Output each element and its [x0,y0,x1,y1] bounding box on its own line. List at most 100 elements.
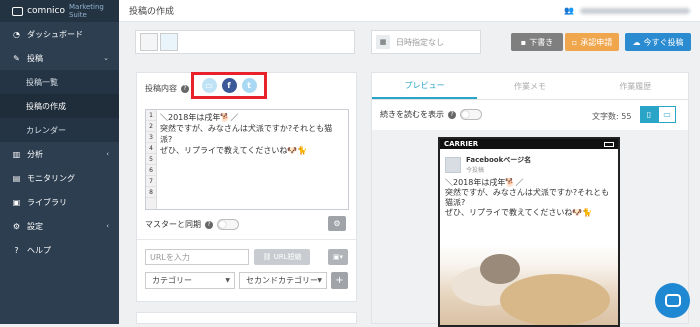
page-title: 投稿の作成 [129,7,175,17]
sidebar-item-monitoring[interactable]: ▤ モニタリング [0,166,119,190]
read-more-label: 続きを読むを表示 [380,110,444,119]
sidebar-item-posts[interactable]: ✎ 投稿 ⌄ [0,46,119,70]
image-button[interactable]: ▣▾ [328,249,348,265]
content-label: 投稿内容 [145,84,177,93]
read-more-row: 続きを読むを表示 ? [380,109,482,120]
phone-status-bar: CARRIER [440,139,618,149]
tab-preview[interactable]: プレビュー [372,73,478,99]
approve-icon: ▫ [571,37,578,47]
account-avatar [140,33,158,51]
mobile-view-button[interactable]: ▯ [640,106,658,123]
category-select[interactable]: カテゴリー ▼ [145,272,235,289]
help-icon[interactable]: ? [448,110,456,119]
settings-button[interactable]: ⚙ [328,216,346,231]
chat-icon [664,294,681,307]
account-selector[interactable] [135,30,355,54]
twitter-icon[interactable]: t [241,78,257,93]
url-input[interactable]: URLを入力 [145,249,249,265]
compose-panel: 投稿内容 ? ▭ f t 1 2 3 4 5 6 7 8 ＼2018年は戌年🐕／… [136,72,357,302]
image-icon: ▣▾ [332,253,344,261]
fb-post-header: Facebookページ名 今投稿 [440,149,618,178]
sidebar-item-library[interactable]: ▣ ライブラリ [0,190,119,214]
draft-label: 下書き [529,37,554,47]
user-avatar [160,33,178,51]
line-gutter: 1 2 3 4 5 6 7 8 [146,110,157,209]
chevron-left-icon: ‹ [106,150,109,158]
post-editor[interactable]: 1 2 3 4 5 6 7 8 ＼2018年は戌年🐕／ 突然ですが、みなさんは犬… [145,109,349,210]
post-line: 突然ですが、みなさんは犬派ですか?それとも [445,188,610,197]
sidebar-item-label: カレンダー [26,125,66,135]
facebook-icon[interactable]: f [221,78,237,93]
preview-panel: プレビュー 作業メモ 作業履歴 続きを読むを表示 ? 文字数: 55 ▯ ▭ C… [371,72,689,327]
action-bar: ▦ 日時指定なし ▪ 下書き ▫ 承認申請 ☁ 今すぐ投稿 [119,22,700,62]
post-now-button[interactable]: ☁ 今すぐ投稿 [625,33,691,51]
sidebar-item-label: 投稿 [27,53,43,63]
help-icon[interactable]: ? [181,84,189,93]
sidebar-item-create-post[interactable]: 投稿の作成 [0,94,119,118]
approval-request-button[interactable]: ▫ 承認申請 [565,33,619,51]
sidebar: comnico Marketing Suite ◔ ダッシュボード ✎ 投稿 ⌄… [0,0,119,324]
save-icon: ▪ [520,37,527,47]
mobile-icon: ▯ [646,110,652,119]
tab-work-memo[interactable]: 作業メモ [477,73,582,99]
post-line: ＼2018年は戌年🐕／ [445,178,524,187]
all-networks-icon[interactable]: ▭ [201,78,217,93]
master-sync-label: マスターと同期 [145,220,201,229]
user-menu[interactable]: 👥 [564,6,690,15]
line-number: 6 [146,165,156,176]
tab-work-history[interactable]: 作業履歴 [583,73,688,99]
second-category-select[interactable]: セカンドカテゴリー ▼ [239,272,327,289]
line-number: 4 [146,143,156,154]
post-line: 猫派? [445,198,466,207]
kitten-head-shape [480,254,520,284]
master-sync-toggle[interactable] [217,219,239,230]
logo[interactable]: comnico Marketing Suite [0,0,119,22]
desktop-view-button[interactable]: ▭ [658,106,676,123]
read-more-toggle[interactable] [460,109,482,120]
desktop-icon: ▭ [663,110,671,119]
draft-button[interactable]: ▪ 下書き [511,33,563,51]
sidebar-item-calendar[interactable]: カレンダー [0,118,119,142]
add-category-button[interactable]: + [331,272,348,289]
calendar-icon: ▦ [376,35,390,49]
chevron-left-icon: ‹ [106,222,109,230]
help-icon[interactable]: ? [205,220,213,229]
fb-post-text: ＼2018年は戌年🐕／ 突然ですが、みなさんは犬派ですか?それとも 猫派? ぜひ… [440,178,618,218]
sidebar-item-settings[interactable]: ⚙ 設定 ‹ [0,214,119,238]
sidebar-item-label: ダッシュボード [27,29,83,39]
dropdown-arrow-icon: ▼ [225,277,230,284]
top-bar: 投稿の作成 👥 [119,0,700,22]
sidebar-item-post-list[interactable]: 投稿一覧 [0,70,119,94]
comnico-logo-icon [12,6,24,16]
chevron-down-icon: ⌄ [103,54,109,62]
chat-support-button[interactable] [655,283,690,318]
schedule-value: 日時指定なし [396,37,444,47]
sidebar-item-help[interactable]: ? ヘルプ [0,238,119,262]
sidebar-item-analytics[interactable]: ▥ 分析 ‹ [0,142,119,166]
sidebar-item-label: ヘルプ [27,245,51,255]
sns-selector-highlight: ▭ f t [191,72,267,99]
battery-icon [604,141,614,147]
logo-suite: Marketing Suite [68,3,104,19]
user-group-icon: 👥 [564,6,574,15]
approve-label: 承認申請 [580,37,613,47]
url-shorten-button[interactable]: ⛓ URL短縮 [254,249,310,265]
sidebar-item-label: 分析 [27,149,43,159]
second-category-value: セカンドカテゴリー [246,276,318,285]
line-number: 2 [146,121,156,132]
monitor-icon: ▤ [12,173,21,183]
editor-line: 突然ですが、みなさんは犬派ですか?それとも猫 [160,124,333,133]
line-number: 5 [146,154,156,165]
lower-panel [136,312,357,324]
post-image [440,244,618,325]
sidebar-item-dashboard[interactable]: ◔ ダッシュボード [0,22,119,46]
page-subtitle: 今投稿 [466,167,485,174]
dashboard-icon: ◔ [13,29,20,39]
editor-content[interactable]: ＼2018年は戌年🐕／ 突然ですが、みなさんは犬派ですか?それとも猫 派? ぜひ… [160,112,344,156]
page-avatar [445,156,461,173]
gear-icon: ⚙ [12,221,21,231]
divider [137,239,356,240]
sidebar-item-label: ライブラリ [27,197,67,207]
page-name: Facebookページ名 [466,156,532,164]
schedule-field[interactable]: ▦ 日時指定なし [371,30,481,54]
